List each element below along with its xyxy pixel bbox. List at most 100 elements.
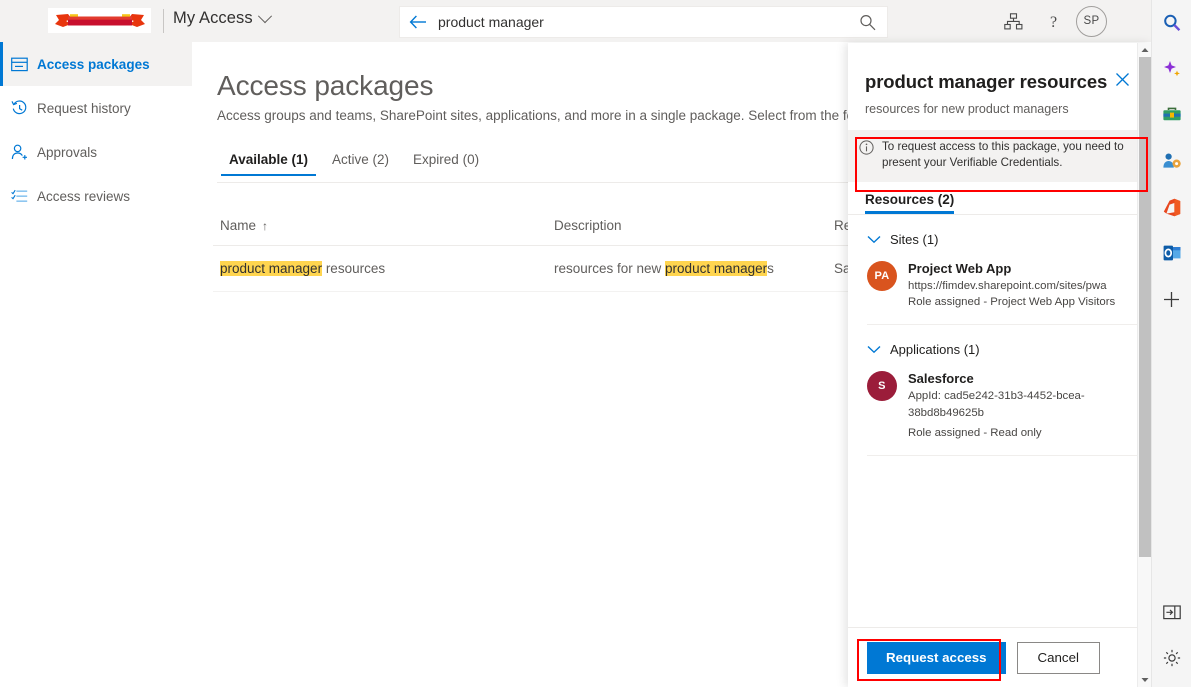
resource-item[interactable]: S Salesforce AppId: cad5e242-31b3-4452-b… (848, 357, 1152, 442)
panel-title: product manager resources (865, 71, 1136, 93)
tab-active[interactable]: Active (2) (320, 152, 401, 176)
search-icon[interactable] (1152, 0, 1191, 46)
cell-description: resources for new product managers (554, 261, 834, 276)
settings-gear-icon[interactable] (1152, 635, 1191, 681)
resource-item[interactable]: PA Project Web App https://fimdev.sharep… (848, 247, 1152, 311)
person-settings-icon[interactable] (1152, 138, 1191, 184)
page-title: Access packages (217, 70, 433, 102)
org-hierarchy-glyph (1004, 13, 1023, 30)
checklist-glyph (11, 189, 28, 204)
header-icon-group: ? SP (992, 0, 1113, 42)
right-rail (1151, 0, 1191, 687)
back-arrow-glyph (409, 15, 427, 29)
checklist-icon (10, 187, 28, 205)
page-description: Access groups and teams, SharePoint site… (217, 108, 914, 123)
cell-desc-suffix: s (767, 261, 774, 276)
sparkle-glyph (1162, 59, 1182, 79)
rail-search-glyph (1163, 14, 1181, 32)
company-logo[interactable] (48, 8, 151, 33)
resource-avatar-initials: PA (874, 270, 889, 282)
office-glyph (1163, 198, 1181, 217)
info-icon (859, 140, 874, 160)
sidebar-item-access-reviews[interactable]: Access reviews (0, 174, 192, 218)
resource-url: https://fimdev.sharepoint.com/sites/pwa (908, 278, 1115, 295)
column-header-name[interactable]: Name ↑ (213, 218, 554, 233)
message-text: To request access to this package, you n… (882, 139, 1140, 172)
sidebar-item-request-history[interactable]: Request history (0, 86, 192, 130)
tab-available[interactable]: Available (1) (217, 152, 320, 176)
help-glyph: ? (1047, 12, 1063, 30)
app-name-label: My Access (173, 9, 253, 28)
group-label: Applications (1) (890, 342, 980, 357)
chevron-down-icon (867, 235, 881, 244)
avatar[interactable]: SP (1076, 6, 1107, 37)
org-hierarchy-icon[interactable] (992, 0, 1034, 42)
resource-group-applications: Applications (1) S Salesforce AppId: cad… (848, 342, 1152, 456)
sidebar-item-access-packages[interactable]: Access packages (0, 42, 192, 86)
sidebar-item-label: Access reviews (37, 189, 130, 204)
panel-tabs: Resources (2) (865, 192, 1152, 214)
avatar-initials: SP (1084, 15, 1100, 27)
top-header-bar: My Access (0, 0, 1152, 42)
office-icon[interactable] (1152, 184, 1191, 230)
panel-subtitle: resources for new product managers (865, 102, 1136, 116)
resource-group-sites: Sites (1) PA Project Web App https://fim… (848, 232, 1152, 325)
group-toggle-sites[interactable]: Sites (1) (848, 232, 1152, 247)
outlook-icon[interactable] (1152, 230, 1191, 276)
cell-desc-prefix: resources for new (554, 261, 665, 276)
panel-header: product manager resources resources for … (848, 43, 1152, 116)
group-label: Sites (1) (890, 232, 938, 247)
request-access-button[interactable]: Request access (867, 642, 1006, 674)
panel-scrollbar[interactable] (1137, 43, 1152, 687)
add-icon[interactable] (1152, 276, 1191, 322)
header-divider (163, 9, 164, 33)
scrollbar-thumb[interactable] (1139, 57, 1151, 557)
column-header-name-label: Name (220, 218, 256, 233)
back-arrow-icon[interactable] (400, 7, 436, 37)
cell-name-rest: resources (322, 261, 385, 276)
group-toggle-applications[interactable]: Applications (1) (848, 342, 1152, 357)
app-name-menu[interactable]: My Access (173, 9, 270, 28)
cell-name[interactable]: product manager resources (213, 261, 554, 276)
help-question-icon[interactable]: ? (1034, 0, 1076, 42)
toolbox-icon[interactable] (1152, 92, 1191, 138)
scroll-down-glyph (1141, 677, 1149, 683)
scroll-up-icon[interactable] (1138, 43, 1152, 57)
toolbox-glyph (1162, 106, 1182, 124)
panel-footer: Request access Cancel (848, 627, 1138, 687)
sidebar-item-label: Approvals (37, 145, 97, 160)
resource-avatar: S (867, 371, 897, 401)
close-glyph (1115, 72, 1130, 87)
column-header-description[interactable]: Description (554, 218, 834, 233)
package-glyph (11, 57, 28, 72)
resource-separator (867, 455, 1152, 456)
search-input[interactable] (436, 13, 847, 31)
svg-text:?: ? (1050, 14, 1057, 30)
tab-expired[interactable]: Expired (0) (401, 152, 491, 176)
chevron-down-glyph (867, 345, 881, 354)
chevron-down-icon (867, 345, 881, 354)
expand-panel-glyph (1163, 605, 1181, 620)
expand-panel-icon[interactable] (1152, 589, 1191, 635)
add-glyph (1163, 291, 1180, 308)
scroll-down-icon[interactable] (1138, 673, 1152, 687)
sidebar-item-approvals[interactable]: Approvals (0, 130, 192, 174)
resource-separator (867, 324, 1152, 325)
copilot-sparkle-icon[interactable] (1152, 46, 1191, 92)
resource-appid: AppId: cad5e242-31b3-4452-bcea-38bd8b496… (908, 388, 1138, 421)
search-icon[interactable] (847, 7, 887, 37)
outlook-glyph (1163, 244, 1181, 262)
person-add-icon (10, 143, 28, 161)
resource-name: Project Web App (908, 261, 1115, 276)
chevron-down-glyph (867, 235, 881, 244)
panel-tabs-divider (848, 214, 1152, 215)
close-icon[interactable] (1115, 72, 1130, 91)
search-bar[interactable] (399, 6, 888, 38)
sidebar-item-label: Request history (37, 101, 131, 116)
search-match-highlight: product manager (665, 261, 767, 276)
scroll-up-glyph (1141, 47, 1149, 53)
cancel-button[interactable]: Cancel (1017, 642, 1100, 674)
gear-glyph (1163, 649, 1181, 667)
tab-resources[interactable]: Resources (2) (865, 192, 954, 214)
sort-ascending-icon: ↑ (262, 219, 268, 233)
